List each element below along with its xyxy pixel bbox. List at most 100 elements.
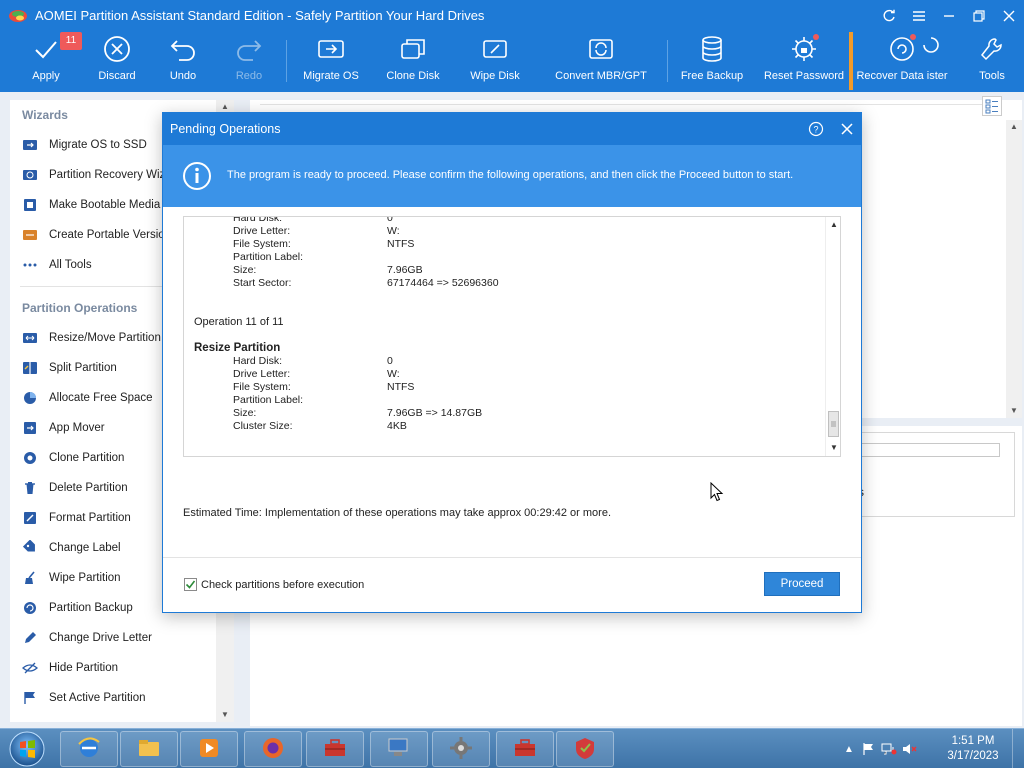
- taskbar-app-button[interactable]: [180, 731, 238, 767]
- wipe-disk-button[interactable]: Wipe Disk: [466, 32, 524, 90]
- scroll-thumb[interactable]: [828, 411, 839, 437]
- detail-key: File System:: [233, 381, 291, 393]
- sidebar-item-label: Resize/Move Partition: [49, 332, 161, 344]
- toolbox-icon: [321, 734, 349, 765]
- recover-data-icon: [885, 32, 919, 66]
- sidebar-item-label: Change Label: [49, 542, 121, 554]
- check-partitions-option[interactable]: Check partitions before execution: [184, 578, 364, 591]
- view-toggle-icon[interactable]: [982, 96, 1002, 116]
- migrate-os-icon: [22, 137, 38, 153]
- show-hidden-icons-icon[interactable]: ▲: [840, 740, 858, 758]
- network-icon[interactable]: [880, 740, 898, 758]
- operations-scrollbar[interactable]: ▲ ▼: [825, 217, 840, 456]
- scroll-down-arrow-icon[interactable]: ▼: [1006, 404, 1022, 418]
- migrate-os-label: Migrate OS: [303, 70, 359, 82]
- operation-heading: Resize Partition: [194, 342, 281, 354]
- info-icon: [183, 162, 211, 190]
- toolbar-divider: [667, 40, 668, 82]
- operation-detail-row: Drive Letter: W:: [194, 225, 824, 238]
- help-icon[interactable]: ?: [808, 121, 824, 137]
- sidebar-item-label: Delete Partition: [49, 482, 128, 494]
- detail-key: File System:: [233, 238, 291, 250]
- taskbar-app-button[interactable]: [556, 731, 614, 767]
- check-partitions-checkbox[interactable]: [184, 578, 197, 591]
- apply-button[interactable]: Apply 11: [22, 32, 82, 90]
- close-icon[interactable]: [994, 0, 1024, 32]
- taskbar-app-button[interactable]: [496, 731, 554, 767]
- redo-icon: [232, 32, 266, 66]
- svg-text:?: ?: [813, 125, 818, 135]
- operation-detail-row: Hard Disk: 0: [194, 355, 824, 368]
- taskbar: ▲ 1:51 PM 3/17/2023: [0, 728, 1024, 768]
- operation-detail-row: Start Sector: 67174464 => 52696360: [194, 277, 824, 290]
- minimize-icon[interactable]: [934, 0, 964, 32]
- detail-key: Cluster Size:: [233, 420, 293, 432]
- refresh-icon[interactable]: [874, 0, 904, 32]
- convert-mbr-gpt-button[interactable]: Convert MBR/GPT: [554, 32, 648, 90]
- detail-value: W:: [387, 368, 400, 380]
- main-scrollbar[interactable]: ▲ ▼: [1006, 120, 1022, 418]
- discard-button[interactable]: Discard: [93, 32, 141, 90]
- detail-value: 0: [387, 216, 393, 224]
- scroll-up-arrow-icon[interactable]: ▲: [826, 219, 840, 231]
- app-mover-icon: [22, 420, 38, 436]
- scroll-down-arrow-icon[interactable]: ▼: [216, 708, 234, 722]
- toolbox-icon: [511, 734, 539, 765]
- discard-icon: [100, 32, 134, 66]
- taskbar-app-button[interactable]: [306, 731, 364, 767]
- detail-value: 0: [387, 355, 393, 367]
- broom-icon: [22, 570, 38, 586]
- taskbar-app-button[interactable]: [370, 731, 428, 767]
- migrate-os-button[interactable]: Migrate OS: [300, 32, 362, 90]
- undo-button[interactable]: Undo: [160, 32, 206, 90]
- taskbar-app-button[interactable]: [432, 731, 490, 767]
- reset-password-button[interactable]: Reset Password: [762, 32, 846, 90]
- app-logo-icon: [9, 10, 27, 22]
- free-backup-button[interactable]: Free Backup: [680, 32, 744, 90]
- mouse-cursor-icon: [710, 482, 724, 502]
- estimated-time-text: Estimated Time: Implementation of these …: [183, 507, 612, 519]
- wipe-disk-icon: [478, 32, 512, 66]
- show-desktop-button[interactable]: [1012, 729, 1024, 768]
- clone-disk-button[interactable]: Clone Disk: [383, 32, 443, 90]
- dialog-close-icon[interactable]: [839, 121, 855, 137]
- scroll-down-arrow-icon[interactable]: ▼: [826, 442, 840, 454]
- flag-icon: [22, 690, 38, 706]
- taskbar-app-button[interactable]: [60, 731, 118, 767]
- undo-label: Undo: [169, 70, 197, 82]
- migrate-os-icon: [314, 32, 348, 66]
- banner-message: The program is ready to proceed. Please …: [227, 169, 794, 181]
- edit-icon: [22, 630, 38, 646]
- dialog-title-bar: Pending Operations ?: [163, 113, 861, 145]
- scroll-up-arrow-icon[interactable]: ▲: [1006, 120, 1022, 134]
- main-toolbar: Apply 11 Discard Undo Redo Migrate OS Cl…: [0, 32, 1024, 90]
- discard-label: Discard: [98, 70, 136, 82]
- sidebar-item-change-drive-letter[interactable]: Change Drive Letter: [10, 623, 234, 653]
- sidebar-item-set-active-partition[interactable]: Set Active Partition: [10, 683, 234, 713]
- system-clock[interactable]: 1:51 PM 3/17/2023: [944, 734, 1002, 764]
- convert-label: Convert MBR/GPT: [555, 70, 647, 82]
- network-setup-icon: [385, 734, 413, 765]
- operation-detail-row: Size: 7.96GB: [194, 264, 824, 277]
- tools-button[interactable]: Tools: [970, 32, 1014, 90]
- taskbar-app-button[interactable]: [244, 731, 302, 767]
- taskbar-app-button[interactable]: [120, 731, 178, 767]
- redo-button[interactable]: Redo: [226, 32, 272, 90]
- sidebar-item-label: Partition Backup: [49, 602, 133, 614]
- apply-label: Apply: [32, 70, 60, 82]
- action-center-flag-icon[interactable]: [860, 740, 878, 758]
- start-button-icon[interactable]: [4, 730, 50, 768]
- menu-icon[interactable]: [904, 0, 934, 32]
- proceed-button[interactable]: Proceed: [764, 572, 840, 596]
- clock-time: 1:51 PM: [951, 735, 995, 747]
- restore-icon[interactable]: [964, 0, 994, 32]
- sidebar-item-hide-partition[interactable]: Hide Partition: [10, 653, 234, 683]
- recover-data-label: Recover Data ister: [856, 70, 948, 82]
- operations-list-box[interactable]: Hard Disk: 0 Drive Letter: W: File System: NT…: [183, 216, 841, 457]
- detail-value: 4KB: [387, 420, 407, 432]
- format-icon: [22, 510, 38, 526]
- media-player-icon: [195, 734, 223, 765]
- sidebar-item-label: Migrate OS to SSD: [49, 139, 147, 151]
- volume-muted-icon[interactable]: [900, 740, 918, 758]
- detail-key: Drive Letter:: [233, 225, 291, 237]
